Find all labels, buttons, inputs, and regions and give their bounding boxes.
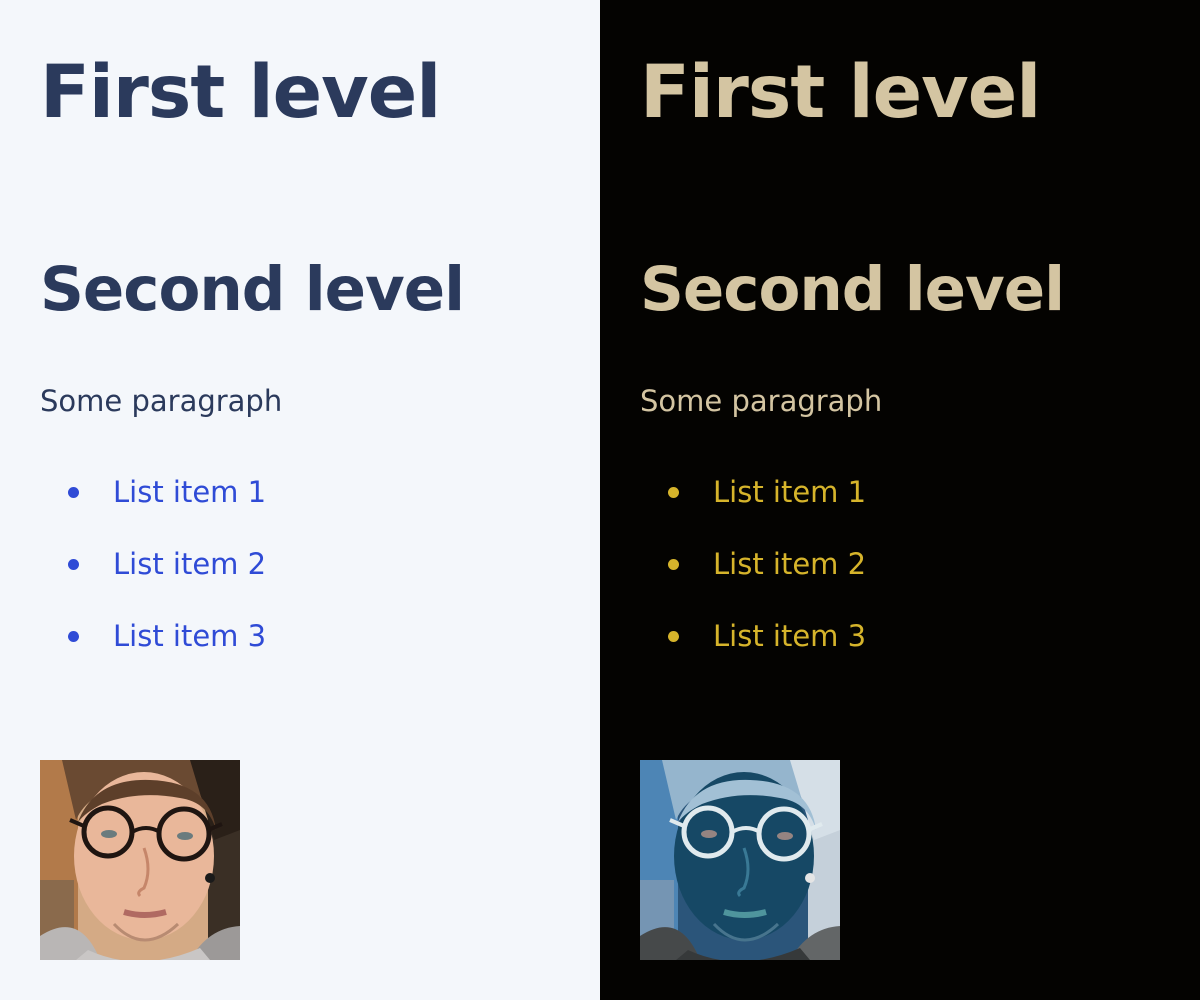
list-item: List item 1 xyxy=(40,474,266,546)
bullet-list: List item 1 List item 2 List item 3 xyxy=(640,474,866,690)
heading-first-level: First level xyxy=(40,50,441,135)
light-theme-panel: First level Second level Some paragraph … xyxy=(0,0,600,1000)
list-item: List item 1 xyxy=(640,474,866,546)
heading-second-level: Second level xyxy=(640,254,1065,325)
list-item-label: List item 1 xyxy=(113,475,267,509)
list-item: List item 3 xyxy=(40,618,266,690)
list-item-label: List item 2 xyxy=(713,547,867,581)
list-item-label: List item 2 xyxy=(113,547,267,581)
list-item: List item 2 xyxy=(40,546,266,618)
list-item: List item 3 xyxy=(640,618,866,690)
heading-first-level: First level xyxy=(640,50,1041,135)
dark-theme-panel: First level Second level Some paragraph … xyxy=(600,0,1200,1000)
bullet-list: List item 1 List item 2 List item 3 xyxy=(40,474,266,690)
paragraph: Some paragraph xyxy=(640,384,883,418)
bullet-icon xyxy=(68,487,79,498)
bullet-icon xyxy=(668,631,679,642)
theme-comparison: First level Second level Some paragraph … xyxy=(0,0,1200,1000)
bullet-icon xyxy=(668,487,679,498)
bullet-icon xyxy=(68,559,79,570)
heading-second-level: Second level xyxy=(40,254,465,325)
list-item: List item 2 xyxy=(640,546,866,618)
list-item-label: List item 3 xyxy=(113,619,267,653)
portrait-photo xyxy=(40,760,240,960)
bullet-icon xyxy=(68,631,79,642)
bullet-icon xyxy=(668,559,679,570)
list-item-label: List item 3 xyxy=(713,619,867,653)
paragraph: Some paragraph xyxy=(40,384,283,418)
list-item-label: List item 1 xyxy=(713,475,867,509)
portrait-photo-inverted xyxy=(640,760,840,960)
